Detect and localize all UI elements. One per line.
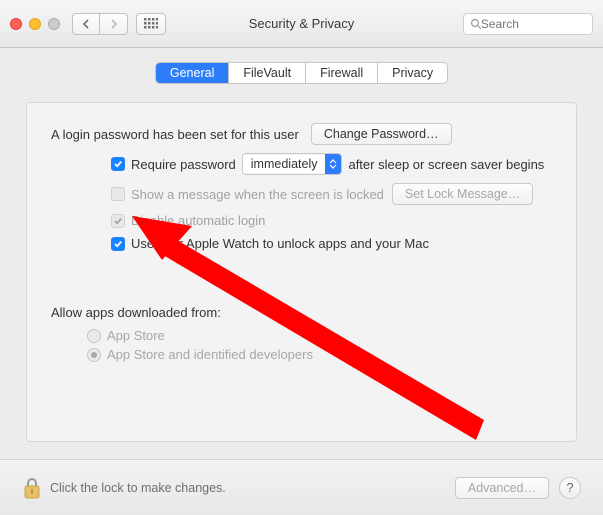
apple-watch-row: Use your Apple Watch to unlock apps and … [111, 236, 552, 251]
checkmark-icon [113, 239, 123, 249]
tab-firewall[interactable]: Firewall [306, 63, 378, 83]
main-pane: General FileVault Firewall Privacy A log… [0, 48, 603, 442]
radio-identified-developers [87, 348, 101, 362]
radio-identified-developers-row: App Store and identified developers [87, 347, 552, 362]
login-password-row: A login password has been set for this u… [51, 123, 552, 145]
show-lock-message-label: Show a message when the screen is locked [131, 187, 384, 202]
footer: Click the lock to make changes. Advanced… [0, 459, 603, 515]
lock-icon[interactable] [22, 476, 42, 500]
general-panel: A login password has been set for this u… [26, 102, 577, 442]
disable-auto-login-checkbox [111, 214, 125, 228]
show-lock-message-checkbox [111, 187, 125, 201]
set-lock-message-button: Set Lock Message… [392, 183, 533, 205]
radio-app-store [87, 329, 101, 343]
show-lock-message-row: Show a message when the screen is locked… [111, 183, 552, 205]
require-password-row: Require password immediately after sleep… [111, 153, 552, 175]
disable-auto-login-row: Disable automatic login [111, 213, 552, 228]
checkmark-icon [113, 216, 123, 226]
titlebar: Security & Privacy [0, 0, 603, 48]
tab-general[interactable]: General [156, 63, 229, 83]
radio-app-store-row: App Store [87, 328, 552, 343]
require-password-delay-select[interactable]: immediately [242, 153, 343, 175]
radio-identified-developers-label: App Store and identified developers [107, 347, 313, 362]
checkmark-icon [113, 159, 123, 169]
change-password-button[interactable]: Change Password… [311, 123, 452, 145]
window-title: Security & Privacy [0, 16, 603, 31]
help-button[interactable]: ? [559, 477, 581, 499]
tab-privacy[interactable]: Privacy [378, 63, 447, 83]
require-password-delay-value: immediately [243, 155, 326, 173]
tab-filevault[interactable]: FileVault [229, 63, 306, 83]
lock-text: Click the lock to make changes. [50, 481, 226, 495]
tab-bar: General FileVault Firewall Privacy [155, 62, 448, 84]
apple-watch-label: Use your Apple Watch to unlock apps and … [131, 236, 429, 251]
disable-auto-login-label: Disable automatic login [131, 213, 265, 228]
advanced-button[interactable]: Advanced… [455, 477, 549, 499]
apple-watch-checkbox[interactable] [111, 237, 125, 251]
require-password-checkbox[interactable] [111, 157, 125, 171]
radio-app-store-label: App Store [107, 328, 165, 343]
require-password-prefix: Require password [131, 157, 236, 172]
allow-downloads-heading: Allow apps downloaded from: [51, 305, 552, 320]
select-stepper-icon [325, 154, 341, 174]
require-password-suffix: after sleep or screen saver begins [348, 157, 544, 172]
login-password-text: A login password has been set for this u… [51, 127, 299, 142]
